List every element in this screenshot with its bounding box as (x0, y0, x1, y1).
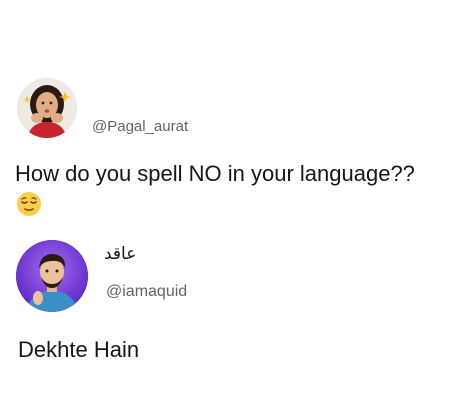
avatar[interactable] (17, 78, 77, 138)
tweet-text: How do you spell NO in your language?? (15, 161, 415, 186)
relieved-face-emoji-icon (17, 192, 41, 216)
post-1: @Pagal_aurat How do you spell NO in your… (0, 78, 450, 216)
user-handle[interactable]: @iamaquid (106, 283, 187, 301)
post-2: عاقد @iamaquid Dekhte Hain (0, 236, 450, 362)
avatar[interactable] (16, 240, 88, 312)
avatar-man-icon (16, 240, 88, 312)
tweet-text: Dekhte Hain (18, 337, 140, 362)
avatar-girl-icon (17, 78, 77, 138)
user-handle[interactable]: @Pagal_aurat (92, 118, 188, 135)
display-name[interactable]: عاقد (104, 244, 136, 264)
